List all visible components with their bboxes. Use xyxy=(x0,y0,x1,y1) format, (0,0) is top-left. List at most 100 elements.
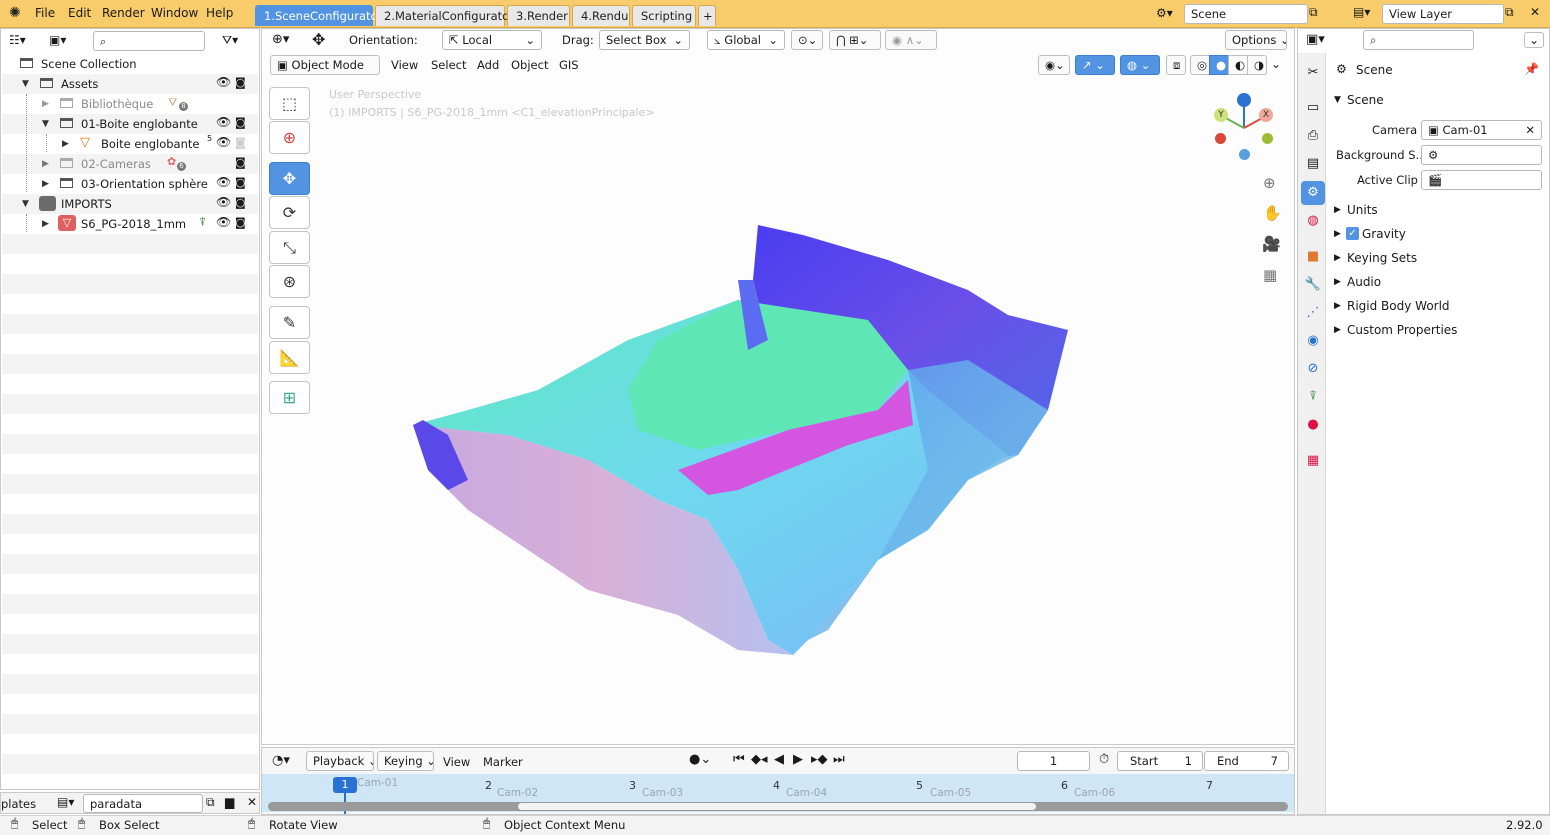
ortho-grid-icon[interactable]: ▦ xyxy=(1263,266,1277,284)
rotate-tool[interactable]: ⟳ xyxy=(269,196,310,229)
render-camera-icon[interactable]: ◙ xyxy=(235,196,246,209)
gizmo-z-axis[interactable] xyxy=(1237,93,1251,107)
orientation-dropdown[interactable]: ⇱ Local ⌄ xyxy=(442,30,542,50)
active-clip-field[interactable]: 🎬 xyxy=(1421,170,1542,190)
scale-tool[interactable]: ⤡ xyxy=(269,231,310,264)
render-camera-disabled-icon[interactable]: ◙ xyxy=(235,136,246,149)
add-cube-tool[interactable]: ⊞ xyxy=(269,381,310,414)
play-icon[interactable]: ▶ xyxy=(793,752,803,767)
render-camera-icon[interactable]: ◙ xyxy=(235,76,246,89)
section-expand-arrow-icon[interactable]: ▶ xyxy=(1334,253,1341,263)
menu-edit[interactable]: Edit xyxy=(68,6,91,20)
tab-scripting[interactable]: Scripting xyxy=(632,5,696,26)
viewport-menu-gis[interactable]: GIS xyxy=(559,58,579,72)
clear-field-icon[interactable]: ✕ xyxy=(1525,123,1535,137)
view-layer-field[interactable]: View Layer xyxy=(1382,4,1504,24)
shading-options-chevron-icon[interactable]: ⌄ xyxy=(1271,57,1281,71)
options-button[interactable]: Options ⌄ xyxy=(1225,30,1287,50)
jump-prev-keyframe-icon[interactable]: ◆◂ xyxy=(751,752,768,767)
outliner-row-bibliotheque[interactable]: ▶ Bibliothèque ⛛ 8 xyxy=(2,94,258,114)
xray-toggle-button[interactable]: ⧈ xyxy=(1166,55,1186,75)
menu-render[interactable]: Render xyxy=(102,6,145,20)
camera-marker[interactable]: Cam-04 xyxy=(786,787,827,799)
viewport-menu-select[interactable]: Select xyxy=(431,58,466,72)
close-icon[interactable]: ✕ xyxy=(247,795,257,809)
visibility-eye-icon[interactable]: 👁 xyxy=(216,115,231,129)
scene-selector-icon[interactable]: ⚙▾ xyxy=(1156,6,1173,20)
end-frame-field[interactable]: End 7 xyxy=(1204,751,1289,771)
scanned-mesh-object[interactable] xyxy=(408,220,1073,660)
object-properties-tab-icon[interactable]: ■ xyxy=(1301,245,1325,269)
keying-dropdown[interactable]: Keying ⌄ xyxy=(377,751,434,771)
zoom-icon[interactable]: ⊕ xyxy=(1263,174,1276,192)
tab-scene-configurator[interactable]: 1.SceneConfigurator xyxy=(255,5,382,26)
section-expand-arrow-icon[interactable]: ▼ xyxy=(1334,95,1341,105)
render-camera-icon[interactable]: ◙ xyxy=(235,156,246,169)
tab-rendu[interactable]: 4.Rendu xyxy=(572,5,630,26)
shading-solid-button[interactable]: ● xyxy=(1209,55,1229,75)
camera-marker[interactable]: Cam-05 xyxy=(930,787,971,799)
shading-rendered-button[interactable]: ◑ xyxy=(1247,55,1267,75)
timeline-editor-icon[interactable]: ◔▾ xyxy=(272,753,290,768)
filter-icon[interactable]: ⛛▾ xyxy=(222,33,238,48)
section-expand-arrow-icon[interactable]: ▶ xyxy=(1334,277,1341,287)
properties-editor-icon[interactable]: ▣▾ xyxy=(1306,32,1325,47)
gizmo-toggle-button[interactable]: ↗ ⌄ xyxy=(1075,55,1115,75)
modifier-properties-tab-icon[interactable]: 🔧 xyxy=(1301,273,1325,297)
gizmo-neg-z-axis[interactable] xyxy=(1239,149,1250,160)
pin-icon[interactable]: 📌 xyxy=(1524,62,1539,76)
expand-arrow-icon[interactable]: ▼ xyxy=(22,79,29,89)
blender-logo-icon[interactable]: ✺ xyxy=(9,5,21,21)
audio-panel-title[interactable]: Audio xyxy=(1347,275,1381,289)
move-gizmo-icon[interactable]: ✥ xyxy=(312,30,325,49)
visibility-eye-icon[interactable]: 👁 xyxy=(216,175,231,189)
transform-pivot-icon[interactable]: ⊕▾ xyxy=(272,32,289,47)
timeline-playhead[interactable]: 1 xyxy=(333,777,357,793)
pan-hand-icon[interactable]: ✋ xyxy=(1263,204,1282,222)
properties-search-input[interactable]: ⌕ xyxy=(1363,30,1474,50)
cursor-tool[interactable]: ⊕ xyxy=(269,121,310,154)
gizmo-neg-x-axis[interactable] xyxy=(1215,133,1226,144)
pivot-point-button[interactable]: ⊙⌄ xyxy=(791,30,823,50)
outliner-row-scene-collection[interactable]: Scene Collection xyxy=(2,54,258,74)
render-properties-tab-icon[interactable]: ▭ xyxy=(1301,96,1325,120)
section-expand-arrow-icon[interactable]: ▶ xyxy=(1334,205,1341,215)
scene-name-field[interactable]: Scene xyxy=(1184,4,1308,24)
folder-icon[interactable]: ▆ xyxy=(225,795,234,809)
current-frame-field[interactable]: 1 xyxy=(1017,751,1090,771)
shading-material-button[interactable]: ◐ xyxy=(1228,55,1248,75)
outliner-row-imports[interactable]: ▼ IMPORTS 👁 ◙ xyxy=(2,194,258,214)
move-tool[interactable]: ✥ xyxy=(269,162,310,195)
expand-arrow-icon[interactable]: ▶ xyxy=(42,159,49,169)
visibility-eye-icon[interactable]: 👁 xyxy=(216,135,231,149)
rigid-body-world-panel-title[interactable]: Rigid Body World xyxy=(1347,299,1450,313)
expand-arrow-icon[interactable]: ▶ xyxy=(42,179,49,189)
jump-next-keyframe-icon[interactable]: ▸◆ xyxy=(811,752,828,767)
expand-arrow-icon[interactable]: ▼ xyxy=(22,199,29,209)
playback-dropdown[interactable]: Playback ⌄ xyxy=(306,751,374,771)
outliner-row-cameras[interactable]: ▶ 02-Cameras ✿ 6 ◙ xyxy=(2,154,258,174)
camera-marker[interactable]: Cam-03 xyxy=(642,787,683,799)
outliner-row-orientation-sphere[interactable]: ▶ 03-Orientation sphère 👁 ◙ xyxy=(2,174,258,194)
add-workspace-button[interactable]: + xyxy=(698,5,716,26)
keying-sets-panel-title[interactable]: Keying Sets xyxy=(1347,251,1417,265)
timeline-menu-view[interactable]: View xyxy=(443,755,470,769)
overlays-toggle-button[interactable]: ◍ ⌄ xyxy=(1120,55,1160,75)
scene-section-title[interactable]: Scene xyxy=(1347,93,1384,107)
camera-marker[interactable]: Cam-01 xyxy=(357,777,398,789)
timeline-scrollbar-thumb[interactable] xyxy=(518,803,1036,810)
gizmo-neg-y-axis[interactable] xyxy=(1262,133,1273,144)
play-reverse-icon[interactable]: ◀ xyxy=(774,752,784,767)
properties-options-chevron-icon[interactable]: ⌄ xyxy=(1524,32,1545,48)
start-frame-field[interactable]: Start 1 xyxy=(1117,751,1203,771)
file-browser-name-field[interactable]: paradata xyxy=(83,794,203,813)
outliner-search-input[interactable]: ⌕ xyxy=(93,31,205,51)
viewport-menu-object[interactable]: Object xyxy=(511,58,548,72)
visibility-eye-icon[interactable]: 👁 xyxy=(216,195,231,209)
jump-start-icon[interactable]: ⏮ xyxy=(733,752,745,767)
custom-properties-panel-title[interactable]: Custom Properties xyxy=(1347,323,1457,337)
camera-field[interactable]: ▣ Cam-01 ✕ xyxy=(1421,120,1542,140)
transform-space-dropdown[interactable]: ⦣ Global ⌄ xyxy=(707,30,785,50)
tab-material-configurator[interactable]: 2.MaterialConfigurator xyxy=(375,5,514,26)
snapping-button[interactable]: ⋂ ⊞⌄ xyxy=(829,30,881,50)
